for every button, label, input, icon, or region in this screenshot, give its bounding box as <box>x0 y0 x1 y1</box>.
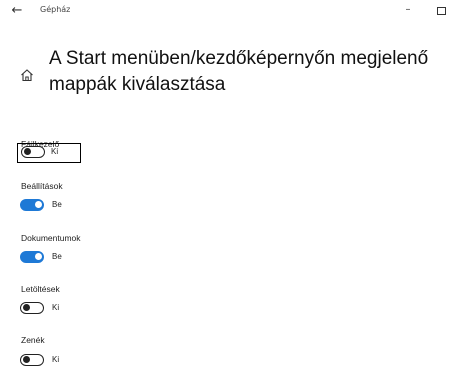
toggle-knob <box>23 356 30 364</box>
setting-label-documents: Dokumentumok <box>21 233 81 243</box>
maximize-button[interactable] <box>433 2 449 18</box>
toggle-state-label: Be <box>52 252 62 261</box>
back-button[interactable]: ← <box>8 3 26 19</box>
toggle-knob <box>34 201 42 209</box>
toggle-state-label: Ki <box>52 303 60 312</box>
setting-row-settings[interactable]: Be <box>20 197 100 213</box>
window-title: Gépház <box>40 5 71 14</box>
setting-label-music: Zenék <box>21 335 45 345</box>
toggle-switch[interactable] <box>20 251 44 263</box>
home-icon <box>20 67 34 82</box>
toggle-state-label: Ki <box>52 355 60 364</box>
setting-row-music[interactable]: Ki <box>20 352 100 368</box>
toggle-switch[interactable] <box>21 146 45 158</box>
toggle-switch[interactable] <box>20 302 44 314</box>
title-bar: ← Gépház – <box>0 0 467 24</box>
setting-row-documents[interactable]: Be <box>20 249 100 265</box>
toggle-knob <box>24 148 31 156</box>
toggle-knob <box>34 253 42 261</box>
setting-label-settings: Beállítások <box>21 181 63 191</box>
minimize-button[interactable]: – <box>400 2 416 18</box>
setting-row-downloads[interactable]: Ki <box>20 300 100 316</box>
page-title: A Start menüben/kezdőképernyőn megjelenő… <box>49 48 429 95</box>
setting-label-downloads: Letöltések <box>21 284 60 294</box>
toggle-state-label: Ki <box>51 147 59 156</box>
toggle-knob <box>23 304 30 312</box>
toggle-switch[interactable] <box>20 199 44 211</box>
maximize-icon <box>437 7 446 15</box>
setting-row-file-explorer[interactable]: Ki <box>17 143 81 163</box>
toggle-state-label: Be <box>52 200 62 209</box>
settings-window: ← Gépház – A Start menüben/kezdőképernyő… <box>0 0 467 371</box>
toggle-switch[interactable] <box>20 354 44 366</box>
